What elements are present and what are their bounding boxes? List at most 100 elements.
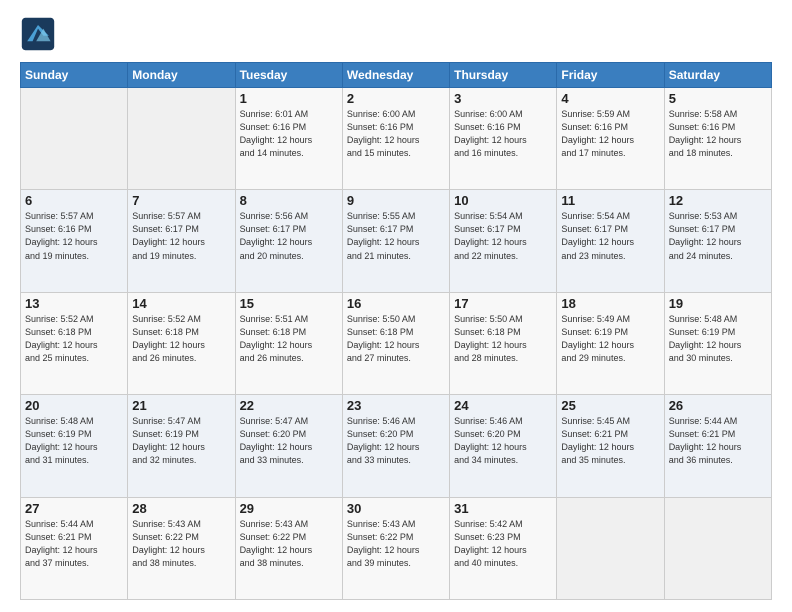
day-number: 6: [25, 193, 123, 208]
day-number: 13: [25, 296, 123, 311]
calendar-cell: 15Sunrise: 5:51 AM Sunset: 6:18 PM Dayli…: [235, 292, 342, 394]
calendar-cell: 25 Sunrise: 5:45 AM Sunset: 6:21 PM Dayli…: [557, 395, 664, 497]
day-number: 22: [240, 398, 338, 413]
weekday-header-thursday: Thursday: [450, 63, 557, 88]
day-info: Sunrise: 5:48 AM Sunset: 6:19 PM Dayligh…: [25, 415, 123, 467]
calendar-week-4: 20 Sunrise: 5:48 AM Sunset: 6:19 PM Dayli…: [21, 395, 772, 497]
day-info: Sunrise: 5:45 AM Sunset: 6:21 PM Dayligh…: [561, 415, 659, 467]
calendar-cell: 20 Sunrise: 5:48 AM Sunset: 6:19 PM Dayli…: [21, 395, 128, 497]
calendar-cell: 18 Sunrise: 5:49 AM Sunset: 6:19 PM Dayli…: [557, 292, 664, 394]
calendar-cell: 11 Sunrise: 5:54 AM Sunset: 6:17 PM Dayli…: [557, 190, 664, 292]
calendar-cell: 9Sunrise: 5:55 AM Sunset: 6:17 PM Daylig…: [342, 190, 449, 292]
day-number: 24: [454, 398, 552, 413]
calendar-cell: 31 Sunrise: 5:42 AM Sunset: 6:23 PM Dayli…: [450, 497, 557, 599]
logo: [20, 16, 62, 52]
calendar-cell: 21 Sunrise: 5:47 AM Sunset: 6:19 PM Dayli…: [128, 395, 235, 497]
calendar-cell: 19 Sunrise: 5:48 AM Sunset: 6:19 PM Dayli…: [664, 292, 771, 394]
calendar-cell: 22 Sunrise: 5:47 AM Sunset: 6:20 PM Dayli…: [235, 395, 342, 497]
calendar-table: SundayMondayTuesdayWednesdayThursdayFrid…: [20, 62, 772, 600]
day-number: 12: [669, 193, 767, 208]
calendar-cell: 2Sunrise: 6:00 AM Sunset: 6:16 PM Daylig…: [342, 88, 449, 190]
day-info: Sunrise: 5:47 AM Sunset: 6:19 PM Dayligh…: [132, 415, 230, 467]
day-info: Sunrise: 5:43 AM Sunset: 6:22 PM Dayligh…: [347, 518, 445, 570]
day-info: Sunrise: 5:50 AM Sunset: 6:18 PM Dayligh…: [454, 313, 552, 365]
calendar-cell: [128, 88, 235, 190]
calendar-cell: [557, 497, 664, 599]
weekday-header-sunday: Sunday: [21, 63, 128, 88]
day-info: Sunrise: 5:48 AM Sunset: 6:19 PM Dayligh…: [669, 313, 767, 365]
day-number: 30: [347, 501, 445, 516]
day-number: 4: [561, 91, 659, 106]
day-number: 23: [347, 398, 445, 413]
day-number: 20: [25, 398, 123, 413]
weekday-header-friday: Friday: [557, 63, 664, 88]
day-info: Sunrise: 5:52 AM Sunset: 6:18 PM Dayligh…: [132, 313, 230, 365]
calendar-cell: 4 Sunrise: 5:59 AM Sunset: 6:16 PM Daylig…: [557, 88, 664, 190]
day-info: Sunrise: 5:44 AM Sunset: 6:21 PM Dayligh…: [669, 415, 767, 467]
day-info: Sunrise: 5:50 AM Sunset: 6:18 PM Dayligh…: [347, 313, 445, 365]
day-number: 27: [25, 501, 123, 516]
day-info: Sunrise: 5:43 AM Sunset: 6:22 PM Dayligh…: [132, 518, 230, 570]
day-info: Sunrise: 5:42 AM Sunset: 6:23 PM Dayligh…: [454, 518, 552, 570]
day-number: 26: [669, 398, 767, 413]
day-info: Sunrise: 5:59 AM Sunset: 6:16 PM Dayligh…: [561, 108, 659, 160]
day-info: Sunrise: 5:46 AM Sunset: 6:20 PM Dayligh…: [347, 415, 445, 467]
day-info: Sunrise: 5:54 AM Sunset: 6:17 PM Dayligh…: [454, 210, 552, 262]
weekday-header-tuesday: Tuesday: [235, 63, 342, 88]
day-number: 17: [454, 296, 552, 311]
day-number: 16: [347, 296, 445, 311]
calendar-cell: 14 Sunrise: 5:52 AM Sunset: 6:18 PM Dayli…: [128, 292, 235, 394]
day-info: Sunrise: 5:58 AM Sunset: 6:16 PM Dayligh…: [669, 108, 767, 160]
calendar-cell: 28 Sunrise: 5:43 AM Sunset: 6:22 PM Dayli…: [128, 497, 235, 599]
day-number: 19: [669, 296, 767, 311]
day-info: Sunrise: 5:49 AM Sunset: 6:19 PM Dayligh…: [561, 313, 659, 365]
day-info: Sunrise: 5:53 AM Sunset: 6:17 PM Dayligh…: [669, 210, 767, 262]
calendar-cell: 24Sunrise: 5:46 AM Sunset: 6:20 PM Dayli…: [450, 395, 557, 497]
calendar-cell: [664, 497, 771, 599]
calendar-cell: 3Sunrise: 6:00 AM Sunset: 6:16 PM Daylig…: [450, 88, 557, 190]
header: [20, 16, 772, 52]
calendar-cell: 12 Sunrise: 5:53 AM Sunset: 6:17 PM Dayli…: [664, 190, 771, 292]
calendar-week-2: 6Sunrise: 5:57 AM Sunset: 6:16 PM Daylig…: [21, 190, 772, 292]
day-info: Sunrise: 5:44 AM Sunset: 6:21 PM Dayligh…: [25, 518, 123, 570]
calendar-cell: 7Sunrise: 5:57 AM Sunset: 6:17 PM Daylig…: [128, 190, 235, 292]
day-info: Sunrise: 5:52 AM Sunset: 6:18 PM Dayligh…: [25, 313, 123, 365]
day-number: 31: [454, 501, 552, 516]
logo-icon: [20, 16, 56, 52]
day-info: Sunrise: 5:55 AM Sunset: 6:17 PM Dayligh…: [347, 210, 445, 262]
day-info: Sunrise: 5:57 AM Sunset: 6:17 PM Dayligh…: [132, 210, 230, 262]
day-info: Sunrise: 6:01 AM Sunset: 6:16 PM Dayligh…: [240, 108, 338, 160]
day-number: 5: [669, 91, 767, 106]
calendar-cell: 1 Sunrise: 6:01 AM Sunset: 6:16 PM Daylig…: [235, 88, 342, 190]
day-number: 28: [132, 501, 230, 516]
calendar-cell: 10 Sunrise: 5:54 AM Sunset: 6:17 PM Dayli…: [450, 190, 557, 292]
day-number: 25: [561, 398, 659, 413]
day-number: 8: [240, 193, 338, 208]
calendar-week-3: 13 Sunrise: 5:52 AM Sunset: 6:18 PM Dayli…: [21, 292, 772, 394]
weekday-header-wednesday: Wednesday: [342, 63, 449, 88]
day-number: 29: [240, 501, 338, 516]
calendar-cell: 30 Sunrise: 5:43 AM Sunset: 6:22 PM Dayli…: [342, 497, 449, 599]
day-number: 10: [454, 193, 552, 208]
day-number: 11: [561, 193, 659, 208]
calendar-cell: 13 Sunrise: 5:52 AM Sunset: 6:18 PM Dayli…: [21, 292, 128, 394]
weekday-header-monday: Monday: [128, 63, 235, 88]
calendar-cell: [21, 88, 128, 190]
calendar-cell: 26 Sunrise: 5:44 AM Sunset: 6:21 PM Dayli…: [664, 395, 771, 497]
day-info: Sunrise: 5:54 AM Sunset: 6:17 PM Dayligh…: [561, 210, 659, 262]
calendar-cell: 16 Sunrise: 5:50 AM Sunset: 6:18 PM Dayli…: [342, 292, 449, 394]
calendar-cell: 23 Sunrise: 5:46 AM Sunset: 6:20 PM Dayli…: [342, 395, 449, 497]
day-number: 21: [132, 398, 230, 413]
day-number: 1: [240, 91, 338, 106]
day-number: 18: [561, 296, 659, 311]
day-info: Sunrise: 5:47 AM Sunset: 6:20 PM Dayligh…: [240, 415, 338, 467]
day-info: Sunrise: 6:00 AM Sunset: 6:16 PM Dayligh…: [454, 108, 552, 160]
calendar-header-row: SundayMondayTuesdayWednesdayThursdayFrid…: [21, 63, 772, 88]
calendar-cell: 6Sunrise: 5:57 AM Sunset: 6:16 PM Daylig…: [21, 190, 128, 292]
page: SundayMondayTuesdayWednesdayThursdayFrid…: [0, 0, 792, 612]
day-info: Sunrise: 5:56 AM Sunset: 6:17 PM Dayligh…: [240, 210, 338, 262]
calendar-cell: 8 Sunrise: 5:56 AM Sunset: 6:17 PM Daylig…: [235, 190, 342, 292]
day-info: Sunrise: 5:51 AM Sunset: 6:18 PM Dayligh…: [240, 313, 338, 365]
day-number: 2: [347, 91, 445, 106]
day-number: 14: [132, 296, 230, 311]
